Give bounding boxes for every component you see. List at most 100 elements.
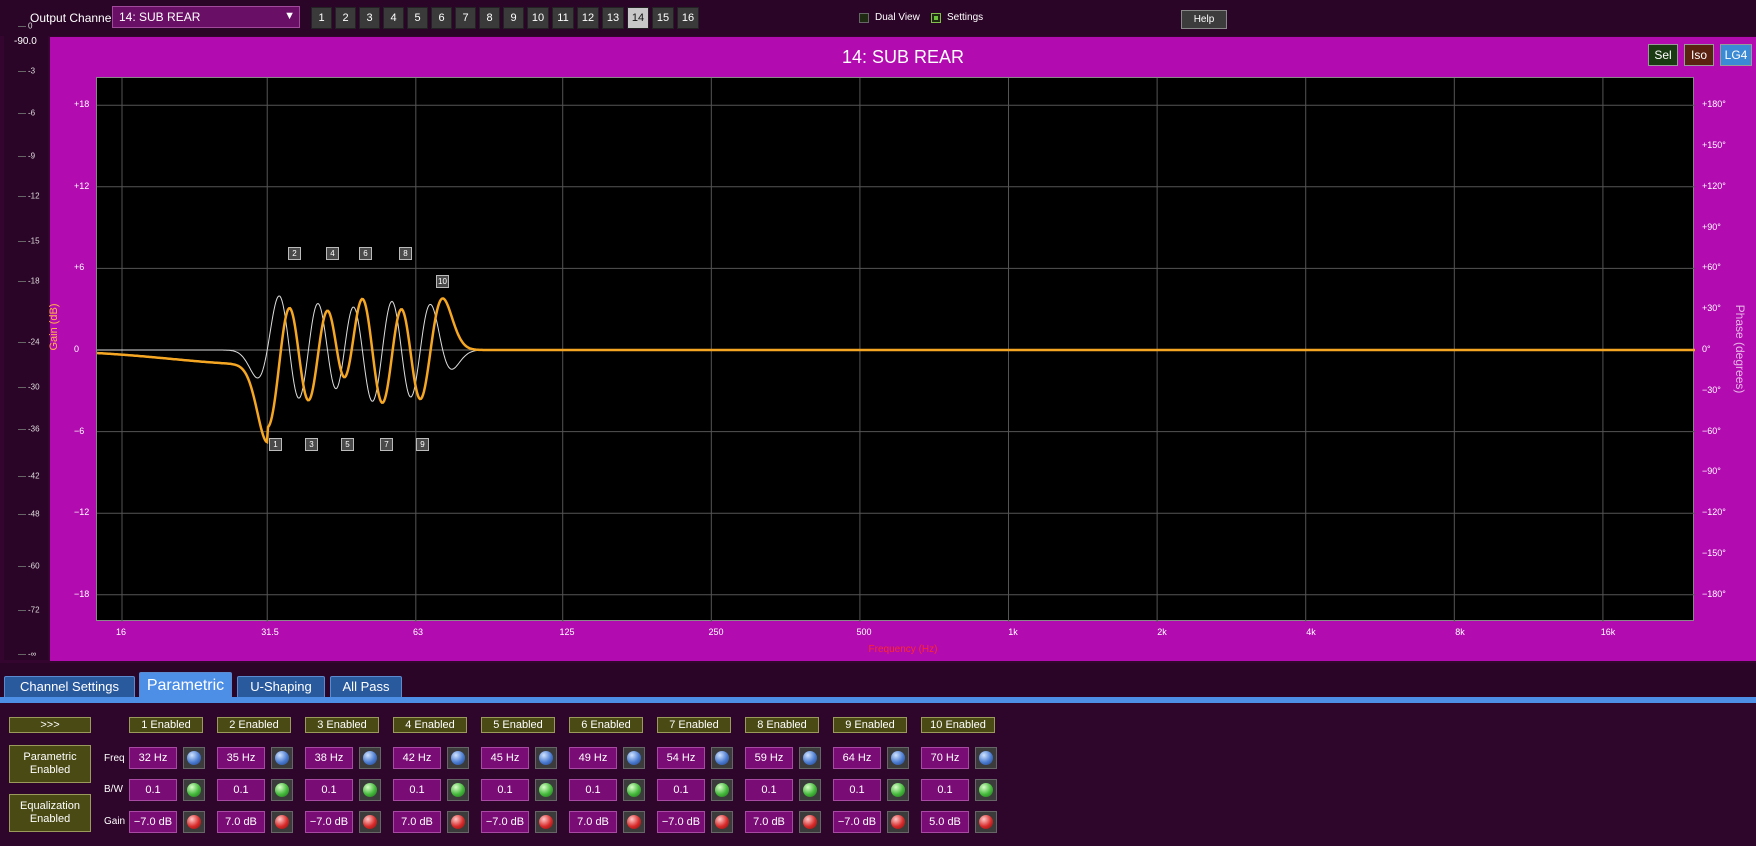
band-8-gain-knob[interactable] (799, 811, 821, 833)
band-marker-9[interactable]: 9 (416, 438, 429, 451)
band-marker-3[interactable]: 3 (305, 438, 318, 451)
band-3-bw-knob[interactable] (359, 779, 381, 801)
band-1-enabled-button[interactable]: 1 Enabled (129, 717, 203, 733)
channel-button-16[interactable]: 16 (677, 7, 699, 29)
band-marker-7[interactable]: 7 (380, 438, 393, 451)
lg4-button[interactable]: LG4 (1720, 44, 1752, 66)
band-9-gain-value[interactable]: −7.0 dB (833, 811, 881, 833)
band-2-freq-value[interactable]: 35 Hz (217, 747, 265, 769)
band-8-enabled-button[interactable]: 8 Enabled (745, 717, 819, 733)
band-3-bw-value[interactable]: 0.1 (305, 779, 353, 801)
band-6-freq-knob[interactable] (623, 747, 645, 769)
band-4-enabled-button[interactable]: 4 Enabled (393, 717, 467, 733)
channel-button-9[interactable]: 9 (503, 7, 524, 29)
band-10-freq-knob[interactable] (975, 747, 997, 769)
band-3-freq-value[interactable]: 38 Hz (305, 747, 353, 769)
channel-button-1[interactable]: 1 (311, 7, 332, 29)
band-7-bw-knob[interactable] (711, 779, 733, 801)
tab-u-shaping[interactable]: U-Shaping (237, 676, 325, 698)
band-2-gain-knob[interactable] (271, 811, 293, 833)
band-6-enabled-button[interactable]: 6 Enabled (569, 717, 643, 733)
band-9-freq-knob[interactable] (887, 747, 909, 769)
parametric-enabled-button[interactable]: Parametric Enabled (9, 745, 91, 783)
tab-parametric[interactable]: Parametric (139, 672, 232, 700)
band-4-freq-value[interactable]: 42 Hz (393, 747, 441, 769)
band-6-bw-knob[interactable] (623, 779, 645, 801)
band-3-freq-knob[interactable] (359, 747, 381, 769)
band-9-enabled-button[interactable]: 9 Enabled (833, 717, 907, 733)
band-5-freq-knob[interactable] (535, 747, 557, 769)
band-1-gain-value[interactable]: −7.0 dB (129, 811, 177, 833)
sel-button[interactable]: Sel (1648, 44, 1678, 66)
help-button[interactable]: Help (1181, 10, 1227, 29)
equalization-enabled-button[interactable]: Equalization Enabled (9, 794, 91, 832)
band-6-gain-value[interactable]: 7.0 dB (569, 811, 617, 833)
band-7-enabled-button[interactable]: 7 Enabled (657, 717, 731, 733)
band-10-bw-value[interactable]: 0.1 (921, 779, 969, 801)
band-5-bw-value[interactable]: 0.1 (481, 779, 529, 801)
band-5-enabled-button[interactable]: 5 Enabled (481, 717, 555, 733)
iso-button[interactable]: Iso (1684, 44, 1714, 66)
band-6-gain-knob[interactable] (623, 811, 645, 833)
band-4-freq-knob[interactable] (447, 747, 469, 769)
settings-checkbox[interactable]: Settings (931, 12, 983, 23)
tab-channel-settings[interactable]: Channel Settings (4, 676, 135, 698)
band-10-freq-value[interactable]: 70 Hz (921, 747, 969, 769)
band-8-bw-value[interactable]: 0.1 (745, 779, 793, 801)
band-2-bw-knob[interactable] (271, 779, 293, 801)
band-9-gain-knob[interactable] (887, 811, 909, 833)
band-6-bw-value[interactable]: 0.1 (569, 779, 617, 801)
tab-all-pass[interactable]: All Pass (330, 676, 402, 698)
band-2-freq-knob[interactable] (271, 747, 293, 769)
band-8-freq-value[interactable]: 59 Hz (745, 747, 793, 769)
channel-button-13[interactable]: 13 (602, 7, 624, 29)
band-2-gain-value[interactable]: 7.0 dB (217, 811, 265, 833)
band-3-enabled-button[interactable]: 3 Enabled (305, 717, 379, 733)
band-7-gain-knob[interactable] (711, 811, 733, 833)
band-marker-4[interactable]: 4 (326, 247, 339, 260)
band-marker-8[interactable]: 8 (399, 247, 412, 260)
band-1-gain-knob[interactable] (183, 811, 205, 833)
band-4-gain-knob[interactable] (447, 811, 469, 833)
band-9-bw-knob[interactable] (887, 779, 909, 801)
band-marker-5[interactable]: 5 (341, 438, 354, 451)
band-3-gain-value[interactable]: −7.0 dB (305, 811, 353, 833)
band-marker-1[interactable]: 1 (269, 438, 282, 451)
band-9-freq-value[interactable]: 64 Hz (833, 747, 881, 769)
band-marker-2[interactable]: 2 (288, 247, 301, 260)
band-2-bw-value[interactable]: 0.1 (217, 779, 265, 801)
band-4-bw-knob[interactable] (447, 779, 469, 801)
channel-button-6[interactable]: 6 (431, 7, 452, 29)
channel-button-15[interactable]: 15 (652, 7, 674, 29)
band-8-freq-knob[interactable] (799, 747, 821, 769)
channel-button-2[interactable]: 2 (335, 7, 356, 29)
channel-button-5[interactable]: 5 (407, 7, 428, 29)
band-10-bw-knob[interactable] (975, 779, 997, 801)
channel-button-11[interactable]: 11 (552, 7, 574, 29)
output-channel-select[interactable]: 14: SUB REAR ▼ (112, 6, 300, 28)
band-marker-6[interactable]: 6 (359, 247, 372, 260)
eq-response-graph[interactable] (96, 77, 1695, 622)
channel-button-10[interactable]: 10 (527, 7, 549, 29)
band-8-bw-knob[interactable] (799, 779, 821, 801)
band-6-freq-value[interactable]: 49 Hz (569, 747, 617, 769)
channel-button-14[interactable]: 14 (627, 7, 649, 29)
channel-button-7[interactable]: 7 (455, 7, 476, 29)
band-4-gain-value[interactable]: 7.0 dB (393, 811, 441, 833)
band-7-freq-knob[interactable] (711, 747, 733, 769)
band-4-bw-value[interactable]: 0.1 (393, 779, 441, 801)
band-5-gain-knob[interactable] (535, 811, 557, 833)
channel-button-12[interactable]: 12 (577, 7, 599, 29)
band-8-gain-value[interactable]: 7.0 dB (745, 811, 793, 833)
band-1-freq-knob[interactable] (183, 747, 205, 769)
band-7-freq-value[interactable]: 54 Hz (657, 747, 705, 769)
dual-view-checkbox[interactable]: Dual View (859, 12, 920, 23)
band-marker-10[interactable]: 10 (436, 275, 449, 288)
band-7-bw-value[interactable]: 0.1 (657, 779, 705, 801)
band-3-gain-knob[interactable] (359, 811, 381, 833)
expand-button[interactable]: >>> (9, 717, 91, 733)
band-1-freq-value[interactable]: 32 Hz (129, 747, 177, 769)
band-5-bw-knob[interactable] (535, 779, 557, 801)
band-10-gain-value[interactable]: 5.0 dB (921, 811, 969, 833)
band-10-enabled-button[interactable]: 10 Enabled (921, 717, 995, 733)
